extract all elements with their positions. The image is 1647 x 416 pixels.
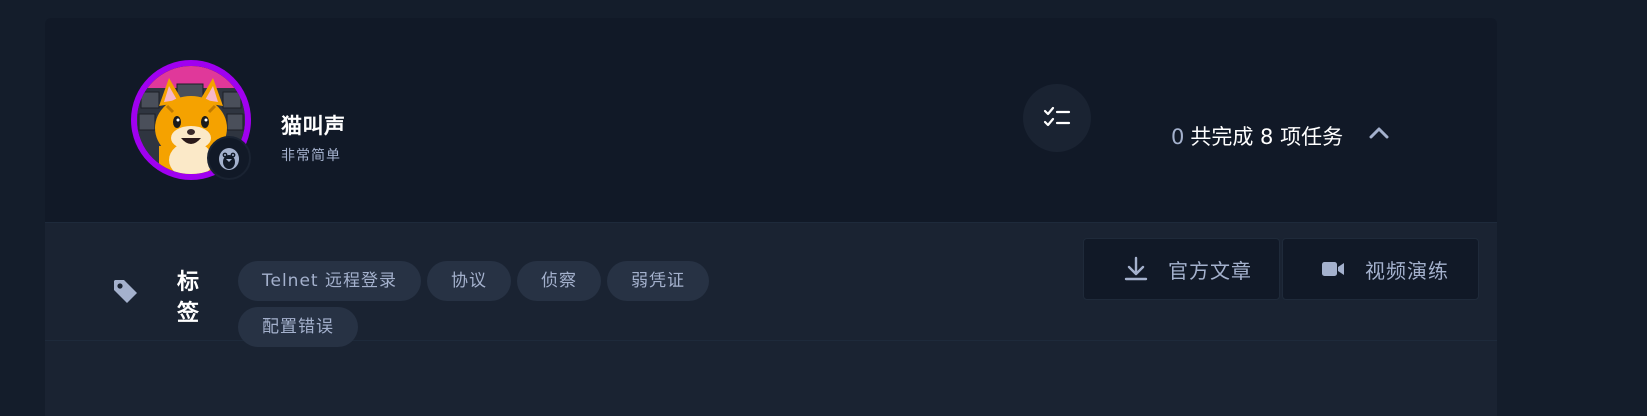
- video-walkthrough-button[interactable]: 视频演练: [1282, 238, 1479, 300]
- machine-title: 猫叫声: [281, 114, 346, 138]
- task-list-button[interactable]: [1023, 84, 1091, 152]
- tag-telnet[interactable]: Telnet 远程登录: [238, 261, 421, 301]
- video-camera-icon: [1322, 262, 1344, 276]
- task-summary: 共完成 8 项任务: [1190, 125, 1344, 149]
- official-writeup-button[interactable]: 官方文章: [1083, 238, 1280, 300]
- tag-reconnaissance[interactable]: 侦察: [516, 261, 601, 301]
- collapse-button[interactable]: [1361, 118, 1397, 148]
- tags-heading-char-1: 标: [176, 270, 199, 295]
- task-progress: 0 共完成 8 项任务: [1171, 121, 1343, 151]
- tag-protocols[interactable]: 协议: [426, 261, 511, 301]
- completed-count: 0: [1171, 125, 1185, 149]
- chevron-up-icon: [1369, 127, 1389, 139]
- video-walkthrough-label: 视频演练: [1365, 260, 1449, 283]
- machine-card: 猫叫声 非常简单 0 共完成 8 项任务 标 签 Telnet 远程登录 协议 …: [45, 18, 1497, 416]
- official-writeup-label: 官方文章: [1168, 260, 1252, 283]
- tags-heading-char-2: 签: [176, 301, 199, 326]
- checklist-icon: [1043, 106, 1071, 127]
- difficulty-label: 非常简单: [281, 148, 341, 164]
- linux-penguin-icon: [207, 136, 251, 180]
- tags-heading: 标 签: [175, 267, 201, 329]
- download-icon: [1124, 256, 1148, 281]
- tag-weak-credentials[interactable]: 弱凭证: [606, 261, 709, 301]
- tag-list: Telnet 远程登录 协议 侦察 弱凭证 配置错误: [238, 261, 758, 347]
- machine-header: 猫叫声 非常简单 0 共完成 8 项任务: [45, 18, 1497, 223]
- tag-icon: [111, 277, 141, 311]
- tag-misconfiguration[interactable]: 配置错误: [238, 307, 358, 347]
